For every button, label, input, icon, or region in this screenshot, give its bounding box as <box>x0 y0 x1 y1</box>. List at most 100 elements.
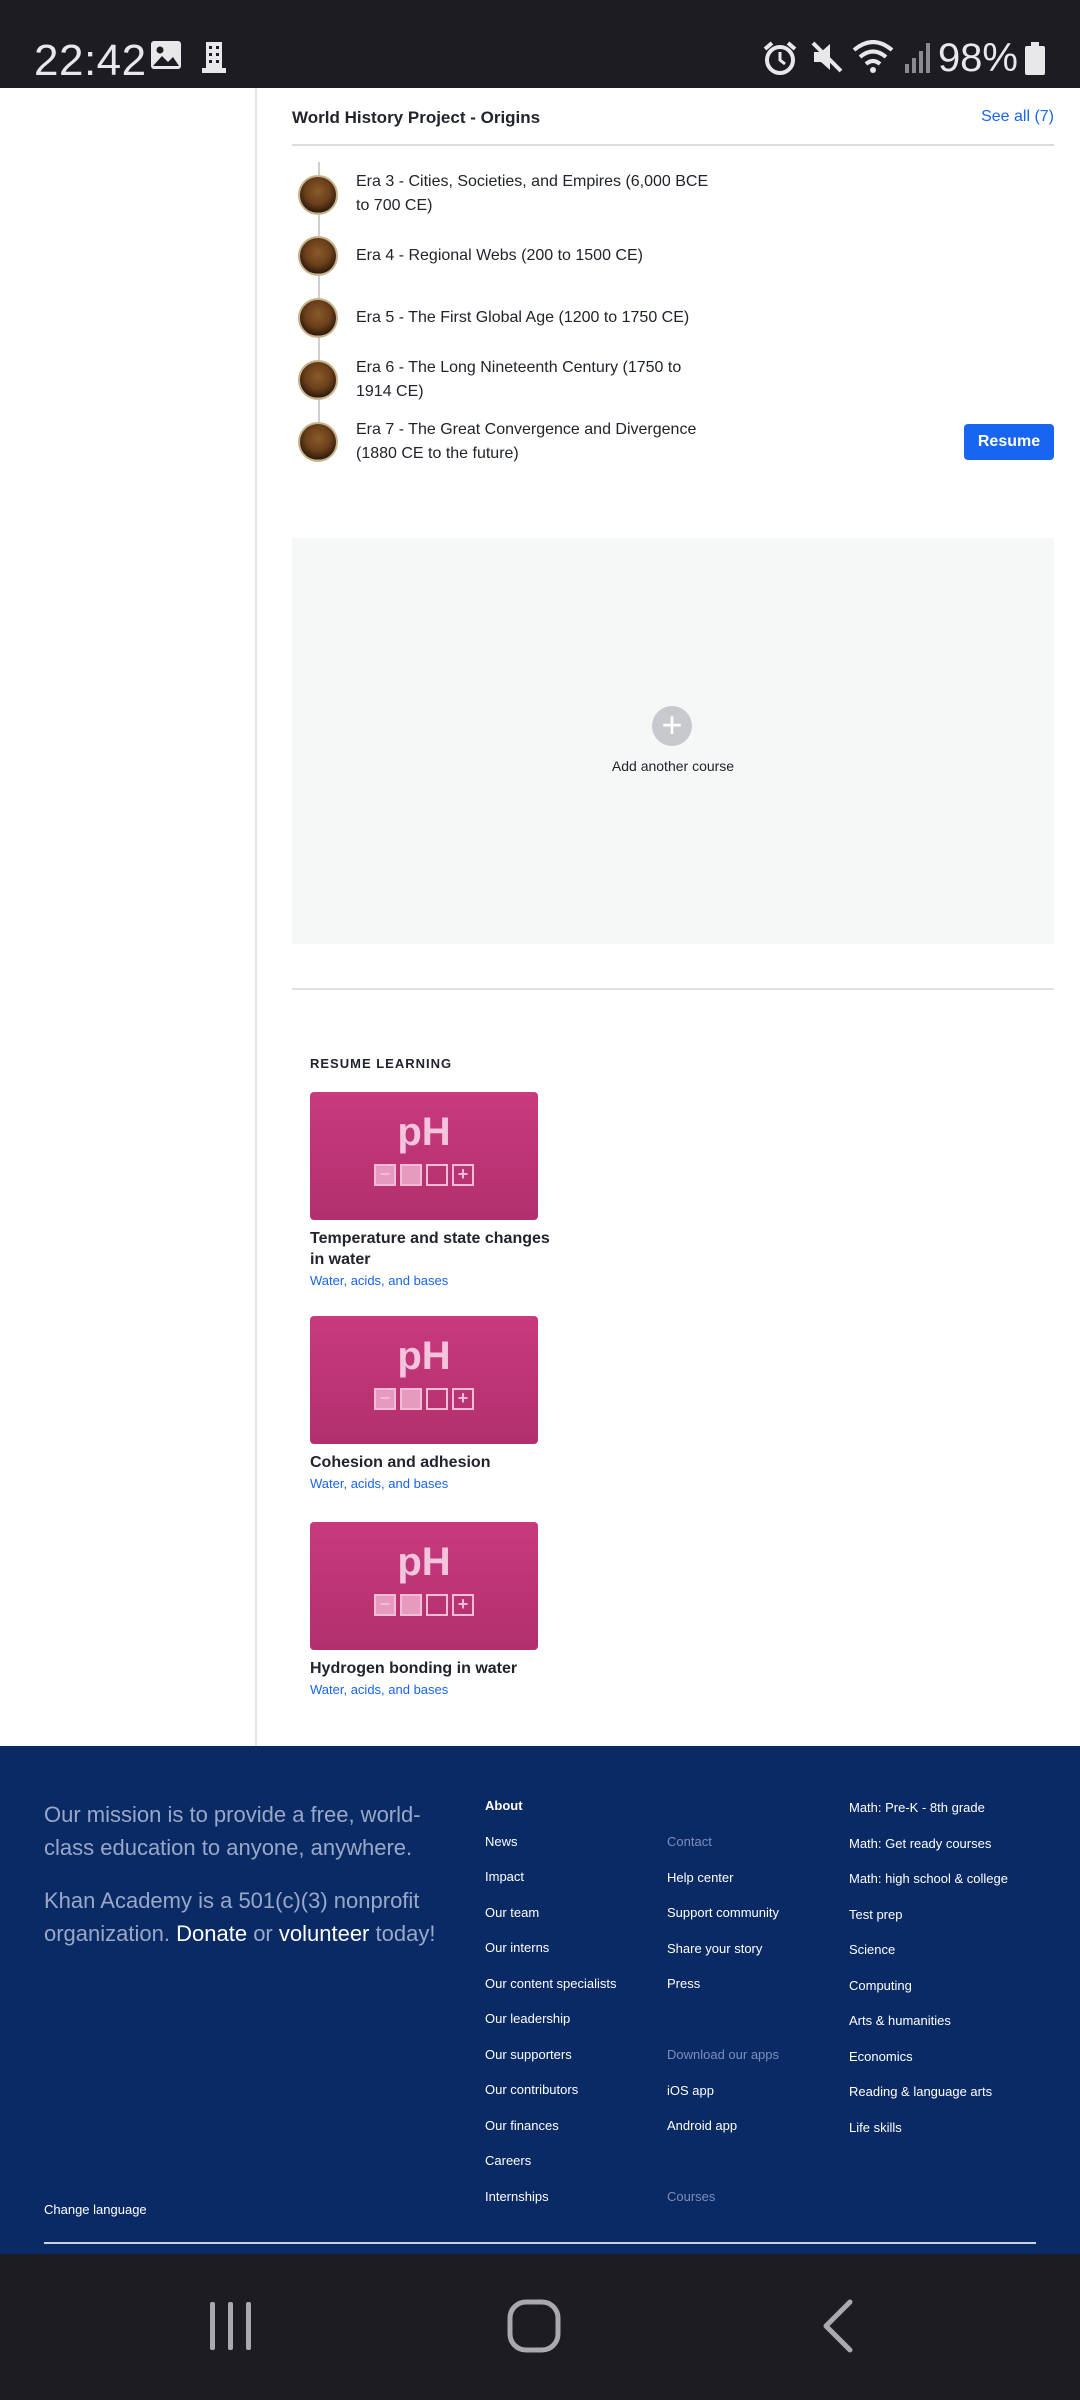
ph-scale-icon: − + <box>374 1594 474 1616</box>
footer-link-ios-app[interactable]: iOS app <box>667 2081 779 2117</box>
era-thumbnail <box>298 175 338 215</box>
nonprofit-statement: Khan Academy is a 501(c)(3) nonprofit or… <box>44 1884 464 1950</box>
footer-link-internships[interactable]: Internships <box>485 2187 617 2223</box>
era-item[interactable]: Era 3 - Cities, Societies, and Empires (… <box>292 168 1054 222</box>
footer-link-leadership[interactable]: Our leadership <box>485 2009 617 2045</box>
footer-link-subject[interactable]: Math: Pre-K - 8th grade <box>849 1798 1008 1834</box>
ph-text: pH <box>397 1540 451 1584</box>
footer-link-our-team[interactable]: Our team <box>485 1903 617 1939</box>
card-subtitle[interactable]: Water, acids, and bases <box>310 1682 538 1697</box>
footer-link-subject[interactable]: Economics <box>849 2047 1008 2083</box>
apps-heading: Download our apps <box>667 2047 780 2062</box>
footer-link-press[interactable]: Press <box>667 1974 779 2010</box>
volunteer-link[interactable]: volunteer <box>279 1921 370 1946</box>
mute-icon <box>810 40 844 79</box>
page: 22:42 98% World History Project - Origin… <box>0 0 1080 2400</box>
building-icon <box>200 40 228 79</box>
see-all-link[interactable]: See all (7) <box>981 108 1054 126</box>
course-title[interactable]: World History Project - Origins <box>292 108 540 128</box>
today-text: today! <box>375 1921 436 1946</box>
footer-link-supporters[interactable]: Our supporters <box>485 2045 617 2081</box>
era-label[interactable]: Era 3 - Cities, Societies, and Empires (… <box>356 170 716 218</box>
change-language-link[interactable]: Change language <box>44 2202 147 2217</box>
wifi-icon <box>852 40 894 79</box>
resume-card[interactable]: pH − + Temperature and state changes in w… <box>310 1092 550 1288</box>
era-label[interactable]: Era 4 - Regional Webs (200 to 1500 CE) <box>356 244 716 268</box>
footer-link-impact[interactable]: Impact <box>485 1867 617 1903</box>
courses-heading: Courses <box>667 2189 716 2204</box>
resume-button[interactable]: Resume <box>964 424 1054 460</box>
card-subtitle[interactable]: Water, acids, and bases <box>310 1476 538 1491</box>
era-label[interactable]: Era 6 - The Long Nineteenth Century (175… <box>356 356 716 404</box>
footer-link-careers[interactable]: Careers <box>485 2151 617 2187</box>
footer-link-news[interactable]: News <box>485 1832 617 1868</box>
era-thumbnail <box>298 360 338 400</box>
era-item[interactable]: Era 7 - The Great Convergence and Diverg… <box>292 416 1054 470</box>
footer-link-finances[interactable]: Our finances <box>485 2116 617 2152</box>
image-icon <box>150 40 182 75</box>
footer-link-our-interns[interactable]: Our interns <box>485 1938 617 1974</box>
back-icon[interactable] <box>818 2298 858 2359</box>
footer-link-subject[interactable]: Math: Get ready courses <box>849 1834 1008 1870</box>
footer-link-help-center[interactable]: Help center <box>667 1868 779 1904</box>
footer-link-android-app[interactable]: Android app <box>667 2116 779 2152</box>
ph-text: pH <box>397 1334 451 1378</box>
era-item[interactable]: Era 6 - The Long Nineteenth Century (175… <box>292 354 1054 408</box>
footer: Our mission is to provide a free, world-… <box>0 1746 1080 2254</box>
recent-apps-icon[interactable] <box>206 2298 256 2359</box>
card-title[interactable]: Hydrogen bonding in water <box>310 1658 550 1679</box>
status-bar: 22:42 98% <box>0 0 1080 88</box>
footer-contact-column: Contact Help center Support community Sh… <box>667 1832 779 2223</box>
footer-link-content-specialists[interactable]: Our content specialists <box>485 1974 617 2010</box>
or-text: or <box>253 1921 273 1946</box>
era-item[interactable]: Era 5 - The First Global Age (1200 to 17… <box>292 298 1054 338</box>
footer-link-subject[interactable]: Science <box>849 1940 1008 1976</box>
ph-text: pH <box>397 1110 451 1154</box>
era-thumbnail <box>298 298 338 338</box>
card-thumbnail: pH − + <box>310 1316 538 1444</box>
navigation-bar <box>0 2254 1080 2400</box>
footer-link-subject[interactable]: Life skills <box>849 2118 1008 2154</box>
course-header: World History Project - Origins See all … <box>292 108 1054 146</box>
section-divider <box>292 988 1054 990</box>
footer-link-subject[interactable]: Test prep <box>849 1905 1008 1941</box>
era-thumbnail <box>298 236 338 276</box>
add-course-label: Add another course <box>611 758 735 774</box>
plus-icon: + <box>652 706 692 746</box>
ph-scale-icon: − + <box>374 1164 474 1186</box>
resume-card[interactable]: pH − + Cohesion and adhesion Water, acids… <box>310 1316 538 1491</box>
mission-statement: Our mission is to provide a free, world-… <box>44 1802 421 1860</box>
signal-icon <box>904 40 934 79</box>
footer-link-subject[interactable]: Math: high school & college <box>849 1869 1008 1905</box>
battery-percent: 98% <box>937 36 1018 80</box>
donate-link[interactable]: Donate <box>176 1921 247 1946</box>
footer-subjects-column: Math: Pre-K - 8th grade Math: Get ready … <box>849 1798 1008 2153</box>
era-label[interactable]: Era 5 - The First Global Age (1200 to 17… <box>356 306 716 330</box>
about-heading: About <box>485 1798 523 1813</box>
resume-card[interactable]: pH − + Hydrogen bonding in water Water, a… <box>310 1522 538 1697</box>
era-thumbnail <box>298 422 338 462</box>
footer-link-contributors[interactable]: Our contributors <box>485 2080 617 2116</box>
era-item[interactable]: Era 4 - Regional Webs (200 to 1500 CE) <box>292 236 1054 276</box>
ph-scale-icon: − + <box>374 1388 474 1410</box>
card-thumbnail: pH − + <box>310 1522 538 1650</box>
card-subtitle[interactable]: Water, acids, and bases <box>310 1273 538 1288</box>
era-label[interactable]: Era 7 - The Great Convergence and Diverg… <box>356 418 716 466</box>
resume-learning-heading: RESUME LEARNING <box>310 1056 453 1071</box>
footer-link-support-community[interactable]: Support community <box>667 1903 779 1939</box>
footer-link-subject[interactable]: Reading & language arts <box>849 2082 1008 2118</box>
add-course-card[interactable]: + Add another course <box>292 538 1054 944</box>
footer-link-share-story[interactable]: Share your story <box>667 1939 779 1975</box>
footer-about-column: About News Impact Our team Our interns O… <box>485 1796 617 2222</box>
footer-divider <box>44 2242 1036 2244</box>
footer-link-subject[interactable]: Computing <box>849 1976 1008 2012</box>
sidebar-divider <box>255 88 257 1746</box>
card-title[interactable]: Cohesion and adhesion <box>310 1452 550 1473</box>
contact-heading: Contact <box>667 1834 712 1849</box>
footer-link-subject[interactable]: Arts & humanities <box>849 2011 1008 2047</box>
card-title[interactable]: Temperature and state changes in water <box>310 1228 550 1270</box>
card-thumbnail: pH − + <box>310 1092 538 1220</box>
home-icon[interactable] <box>506 2298 562 2359</box>
